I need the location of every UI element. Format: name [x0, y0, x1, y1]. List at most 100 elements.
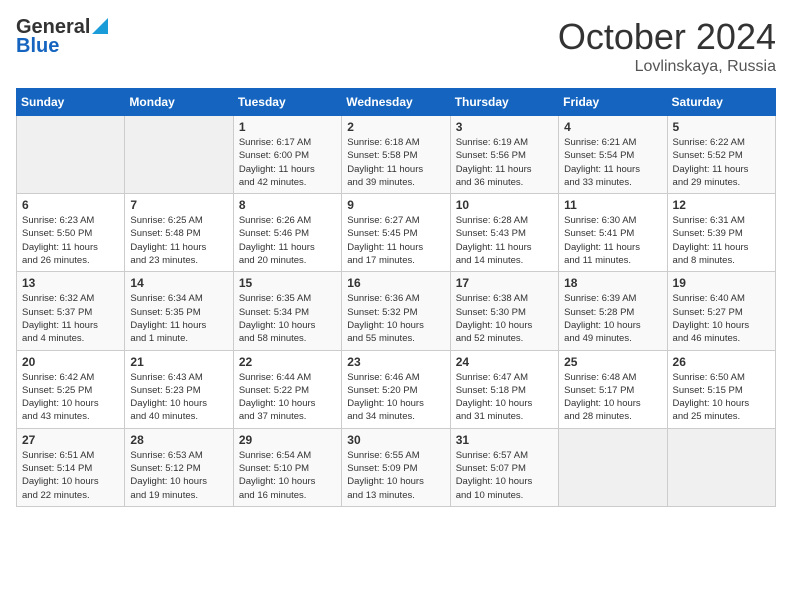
day-number: 26 — [673, 355, 770, 369]
day-number: 6 — [22, 198, 119, 212]
calendar-table: SundayMondayTuesdayWednesdayThursdayFrid… — [16, 88, 776, 507]
calendar-week-row: 1Sunrise: 6:17 AM Sunset: 6:00 PM Daylig… — [17, 116, 776, 194]
calendar-cell: 9 Sunrise: 6:27 AM Sunset: 5:45 PM Daylig… — [342, 194, 450, 272]
cell-info: Sunrise: 6:57 AM Sunset: 5:07 PM Dayligh… — [456, 449, 553, 502]
cell-info: Sunrise: 6:47 AM Sunset: 5:18 PM Dayligh… — [456, 371, 553, 424]
day-number: 17 — [456, 276, 553, 290]
calendar-cell: 11 Sunrise: 6:30 AM Sunset: 5:41 PM Dayli… — [559, 194, 667, 272]
title-area: October 2024 Lovlinskaya, Russia — [558, 16, 776, 76]
calendar-cell — [559, 428, 667, 506]
calendar-cell: 25 Sunrise: 6:48 AM Sunset: 5:17 PM Dayli… — [559, 350, 667, 428]
calendar-cell — [667, 428, 775, 506]
weekday-header: Wednesday — [342, 89, 450, 116]
day-number: 28 — [130, 433, 227, 447]
calendar-cell: 29 Sunrise: 6:54 AM Sunset: 5:10 PM Dayli… — [233, 428, 341, 506]
cell-info: Sunrise: 6:18 AM Sunset: 5:58 PM Dayligh… — [347, 136, 444, 189]
day-number: 13 — [22, 276, 119, 290]
cell-info: Sunrise: 6:54 AM Sunset: 5:10 PM Dayligh… — [239, 449, 336, 502]
calendar-cell: 22Sunrise: 6:44 AM Sunset: 5:22 PM Dayli… — [233, 350, 341, 428]
day-number: 29 — [239, 433, 336, 447]
calendar-cell: 23 Sunrise: 6:46 AM Sunset: 5:20 PM Dayli… — [342, 350, 450, 428]
calendar-cell: 8Sunrise: 6:26 AM Sunset: 5:46 PM Daylig… — [233, 194, 341, 272]
calendar-cell: 13 Sunrise: 6:32 AM Sunset: 5:37 PM Dayli… — [17, 272, 125, 350]
cell-info: Sunrise: 6:21 AM Sunset: 5:54 PM Dayligh… — [564, 136, 661, 189]
page-header: General Blue October 2024 Lovlinskaya, R… — [16, 16, 776, 76]
cell-info: Sunrise: 6:44 AM Sunset: 5:22 PM Dayligh… — [239, 371, 336, 424]
weekday-header: Friday — [559, 89, 667, 116]
calendar-cell: 21Sunrise: 6:43 AM Sunset: 5:23 PM Dayli… — [125, 350, 233, 428]
cell-info: Sunrise: 6:46 AM Sunset: 5:20 PM Dayligh… — [347, 371, 444, 424]
logo: General Blue — [16, 16, 108, 58]
day-number: 16 — [347, 276, 444, 290]
cell-info: Sunrise: 6:22 AM Sunset: 5:52 PM Dayligh… — [673, 136, 770, 189]
day-number: 20 — [22, 355, 119, 369]
day-number: 5 — [673, 120, 770, 134]
calendar-week-row: 6 Sunrise: 6:23 AM Sunset: 5:50 PM Daylig… — [17, 194, 776, 272]
calendar-cell: 7 Sunrise: 6:25 AM Sunset: 5:48 PM Daylig… — [125, 194, 233, 272]
weekday-header: Thursday — [450, 89, 558, 116]
cell-info: Sunrise: 6:38 AM Sunset: 5:30 PM Dayligh… — [456, 292, 553, 345]
day-number: 25 — [564, 355, 661, 369]
cell-info: Sunrise: 6:48 AM Sunset: 5:17 PM Dayligh… — [564, 371, 661, 424]
day-number: 4 — [564, 120, 661, 134]
calendar-cell: 14 Sunrise: 6:34 AM Sunset: 5:35 PM Dayli… — [125, 272, 233, 350]
day-number: 11 — [564, 198, 661, 212]
cell-info: Sunrise: 6:23 AM Sunset: 5:50 PM Dayligh… — [22, 214, 119, 267]
calendar-header-row: SundayMondayTuesdayWednesdayThursdayFrid… — [17, 89, 776, 116]
cell-info: Sunrise: 6:25 AM Sunset: 5:48 PM Dayligh… — [130, 214, 227, 267]
cell-info: Sunrise: 6:34 AM Sunset: 5:35 PM Dayligh… — [130, 292, 227, 345]
calendar-cell: 28 Sunrise: 6:53 AM Sunset: 5:12 PM Dayli… — [125, 428, 233, 506]
day-number: 8 — [239, 198, 336, 212]
cell-info: Sunrise: 6:32 AM Sunset: 5:37 PM Dayligh… — [22, 292, 119, 345]
cell-info: Sunrise: 6:42 AM Sunset: 5:25 PM Dayligh… — [22, 371, 119, 424]
calendar-cell: 2 Sunrise: 6:18 AM Sunset: 5:58 PM Daylig… — [342, 116, 450, 194]
day-number: 24 — [456, 355, 553, 369]
weekday-header: Monday — [125, 89, 233, 116]
month-title: October 2024 — [558, 16, 776, 58]
cell-info: Sunrise: 6:39 AM Sunset: 5:28 PM Dayligh… — [564, 292, 661, 345]
day-number: 12 — [673, 198, 770, 212]
cell-info: Sunrise: 6:19 AM Sunset: 5:56 PM Dayligh… — [456, 136, 553, 189]
calendar-cell: 12 Sunrise: 6:31 AM Sunset: 5:39 PM Dayli… — [667, 194, 775, 272]
day-number: 30 — [347, 433, 444, 447]
day-number: 23 — [347, 355, 444, 369]
day-number: 27 — [22, 433, 119, 447]
day-number: 2 — [347, 120, 444, 134]
calendar-week-row: 20 Sunrise: 6:42 AM Sunset: 5:25 PM Dayli… — [17, 350, 776, 428]
calendar-week-row: 13 Sunrise: 6:32 AM Sunset: 5:37 PM Dayli… — [17, 272, 776, 350]
weekday-header: Saturday — [667, 89, 775, 116]
day-number: 19 — [673, 276, 770, 290]
calendar-cell — [125, 116, 233, 194]
calendar-week-row: 27 Sunrise: 6:51 AM Sunset: 5:14 PM Dayli… — [17, 428, 776, 506]
calendar-cell: 19Sunrise: 6:40 AM Sunset: 5:27 PM Dayli… — [667, 272, 775, 350]
location-text: Lovlinskaya, Russia — [558, 58, 776, 76]
cell-info: Sunrise: 6:30 AM Sunset: 5:41 PM Dayligh… — [564, 214, 661, 267]
cell-info: Sunrise: 6:27 AM Sunset: 5:45 PM Dayligh… — [347, 214, 444, 267]
day-number: 9 — [347, 198, 444, 212]
calendar-cell — [17, 116, 125, 194]
cell-info: Sunrise: 6:51 AM Sunset: 5:14 PM Dayligh… — [22, 449, 119, 502]
day-number: 31 — [456, 433, 553, 447]
weekday-header: Tuesday — [233, 89, 341, 116]
weekday-header: Sunday — [17, 89, 125, 116]
calendar-cell: 18Sunrise: 6:39 AM Sunset: 5:28 PM Dayli… — [559, 272, 667, 350]
logo-triangle-icon — [92, 18, 108, 39]
cell-info: Sunrise: 6:55 AM Sunset: 5:09 PM Dayligh… — [347, 449, 444, 502]
calendar-cell: 4 Sunrise: 6:21 AM Sunset: 5:54 PM Daylig… — [559, 116, 667, 194]
calendar-cell: 17 Sunrise: 6:38 AM Sunset: 5:30 PM Dayli… — [450, 272, 558, 350]
calendar-cell: 31 Sunrise: 6:57 AM Sunset: 5:07 PM Dayli… — [450, 428, 558, 506]
day-number: 1 — [239, 120, 336, 134]
calendar-cell: 30 Sunrise: 6:55 AM Sunset: 5:09 PM Dayli… — [342, 428, 450, 506]
cell-info: Sunrise: 6:31 AM Sunset: 5:39 PM Dayligh… — [673, 214, 770, 267]
calendar-cell: 26Sunrise: 6:50 AM Sunset: 5:15 PM Dayli… — [667, 350, 775, 428]
logo-blue-text: Blue — [16, 35, 59, 58]
calendar-cell: 24 Sunrise: 6:47 AM Sunset: 5:18 PM Dayli… — [450, 350, 558, 428]
cell-info: Sunrise: 6:53 AM Sunset: 5:12 PM Dayligh… — [130, 449, 227, 502]
day-number: 7 — [130, 198, 227, 212]
day-number: 21 — [130, 355, 227, 369]
calendar-cell: 5 Sunrise: 6:22 AM Sunset: 5:52 PM Daylig… — [667, 116, 775, 194]
calendar-cell: 15Sunrise: 6:35 AM Sunset: 5:34 PM Dayli… — [233, 272, 341, 350]
calendar-cell: 20 Sunrise: 6:42 AM Sunset: 5:25 PM Dayli… — [17, 350, 125, 428]
cell-info: Sunrise: 6:36 AM Sunset: 5:32 PM Dayligh… — [347, 292, 444, 345]
day-number: 14 — [130, 276, 227, 290]
